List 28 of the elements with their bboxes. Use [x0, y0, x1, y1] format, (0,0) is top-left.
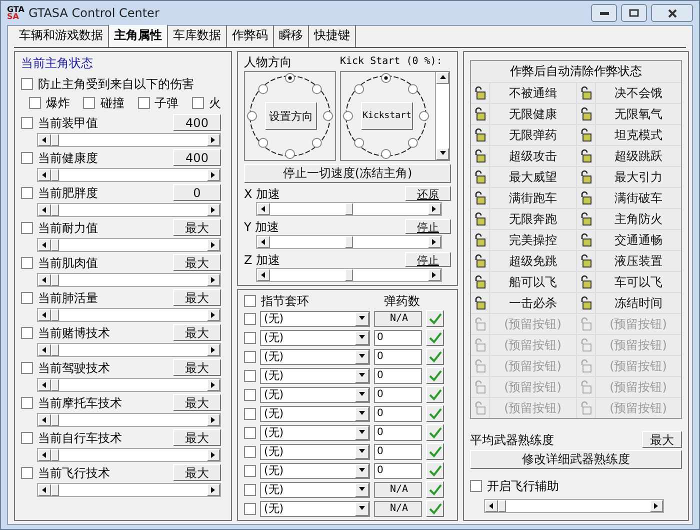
app-logo: GTA SA	[7, 6, 24, 20]
axis-label: Y 加速	[244, 220, 280, 234]
stat-label: 当前自行车技术	[38, 430, 122, 444]
stat-label: 当前健康度	[38, 150, 98, 164]
checkbox-label: 防止主角受到来自以下的伤害	[38, 77, 194, 91]
stat-label: 当前肥胖度	[38, 186, 98, 200]
stat-label: 当前飞行技术	[38, 466, 110, 480]
dial-label: 人物方向	[244, 55, 293, 69]
stat-label: 当前赌博技术	[38, 326, 110, 340]
checkbox-label: 火	[208, 96, 221, 110]
stat-label: 当前耐力值	[38, 220, 98, 234]
checkbox-label: 开启飞行辅助	[487, 479, 559, 493]
proficiency-label: 平均武器熟练度	[470, 432, 554, 446]
checkbox-label: 爆炸	[46, 96, 70, 110]
window-title: GTASA Control Center	[28, 6, 160, 20]
axis-label: X 加速	[244, 186, 280, 200]
checkbox-label: 子弹	[154, 96, 179, 110]
column-header: 弹药数	[384, 294, 420, 308]
stat-label: 当前肌肉值	[38, 256, 98, 270]
stat-label: 当前装甲值	[38, 116, 98, 130]
stat-label: 当前驾驶技术	[38, 360, 110, 374]
stat-label: 当前肺活量	[38, 290, 98, 304]
checkbox-label: 指节套环	[261, 294, 310, 308]
dial-label: Kick Start (0 %):	[340, 55, 444, 69]
section-title: 当前主角状态	[21, 55, 94, 72]
checkbox-label: 碰撞	[100, 96, 124, 110]
axis-label: Z 加速	[244, 252, 280, 266]
stat-label: 当前摩托车技术	[38, 396, 122, 410]
